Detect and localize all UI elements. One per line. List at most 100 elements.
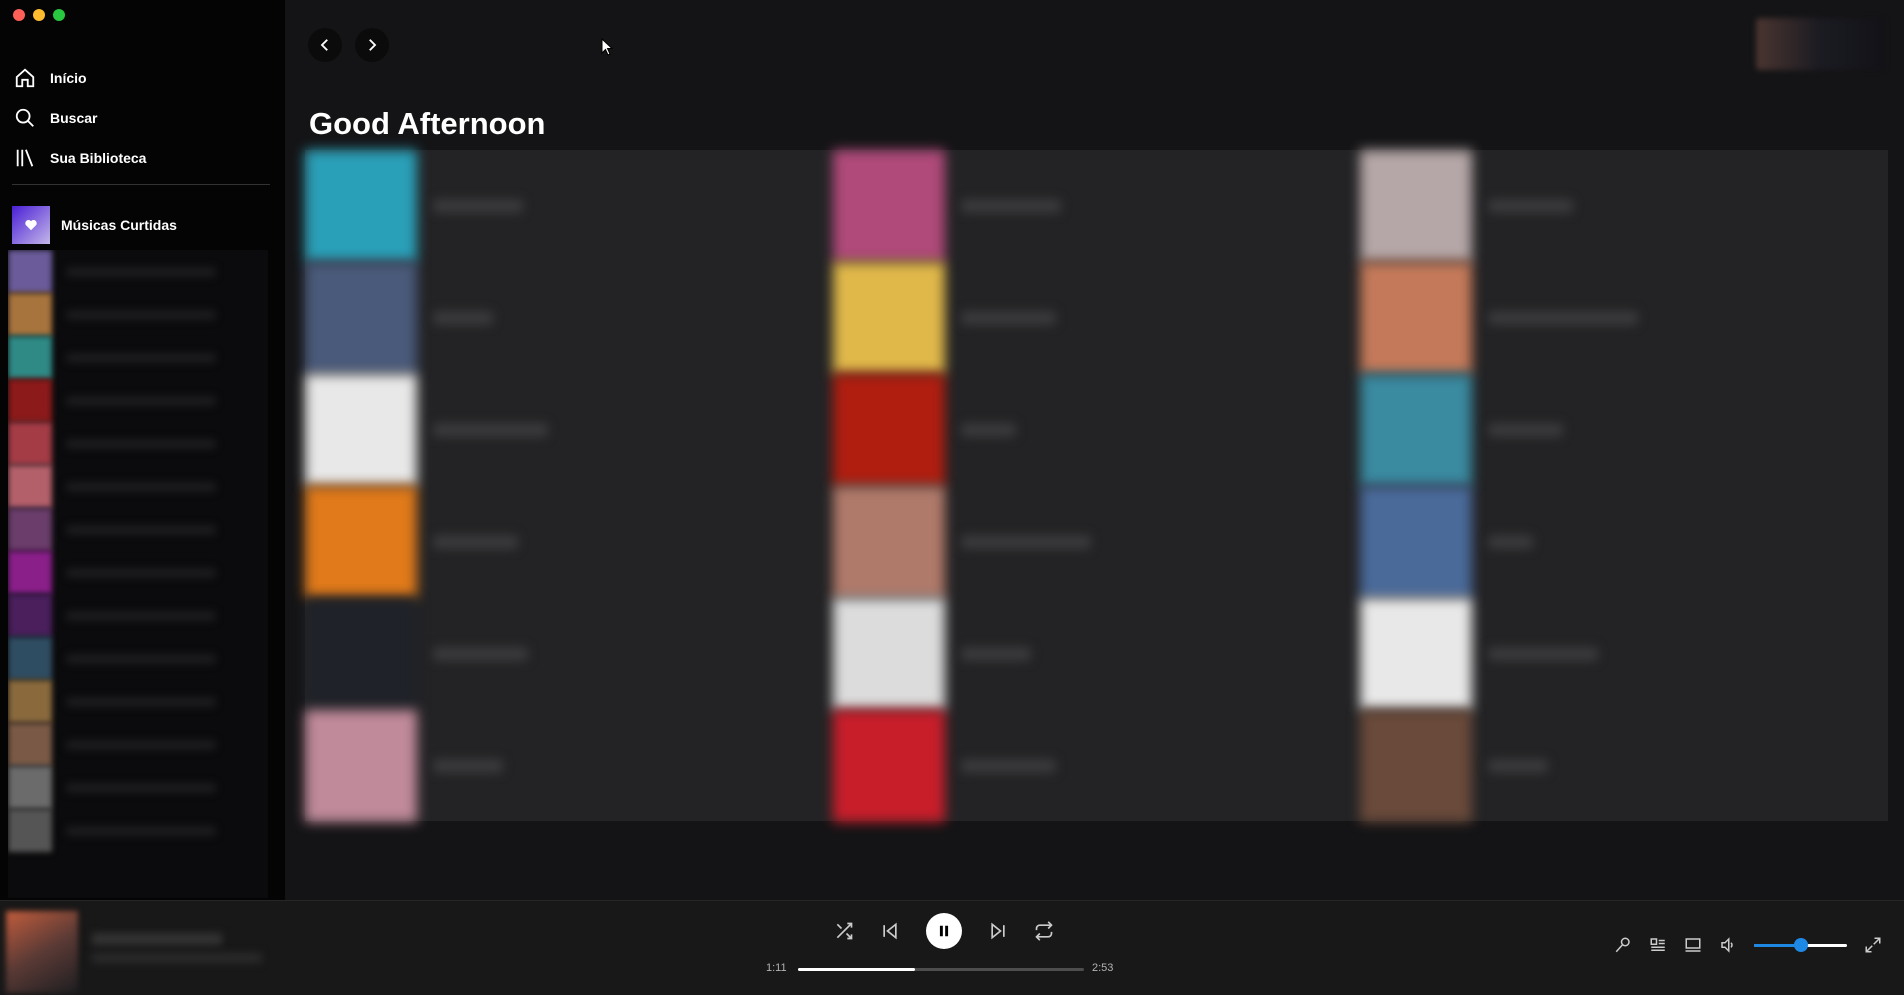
shortcut-card[interactable] <box>305 598 833 710</box>
shortcut-card[interactable] <box>1360 150 1888 262</box>
shortcut-card[interactable] <box>1360 486 1888 598</box>
shortcut-cover <box>1360 486 1473 598</box>
volume-knob[interactable] <box>1793 937 1808 952</box>
fullscreen-button[interactable] <box>1864 936 1882 954</box>
shortcut-cover <box>1360 598 1473 710</box>
playlist-item[interactable] <box>8 680 268 723</box>
playlist-item[interactable] <box>8 551 268 594</box>
previous-button[interactable] <box>880 921 900 941</box>
shortcut-card[interactable] <box>832 598 1361 710</box>
shortcut-card[interactable] <box>305 374 833 486</box>
repeat-button[interactable] <box>1034 921 1054 941</box>
playlist-item[interactable] <box>8 766 268 809</box>
playlist-cover <box>8 766 52 809</box>
duration-time: 2:53 <box>1092 962 1114 974</box>
playlist-title <box>66 739 216 750</box>
sidebar-divider <box>12 184 270 185</box>
mute-button[interactable] <box>1719 936 1737 954</box>
heart-icon <box>25 220 37 231</box>
search-icon <box>15 108 34 127</box>
shortcut-card[interactable] <box>305 262 833 374</box>
playlist-title <box>66 266 216 277</box>
shuffle-button[interactable] <box>834 921 854 941</box>
playlist-cover <box>8 422 52 465</box>
shortcut-title <box>960 647 1031 661</box>
shortcut-card[interactable] <box>832 150 1361 262</box>
shortcut-title <box>960 535 1091 549</box>
shortcut-cover <box>1360 150 1473 262</box>
shortcut-card[interactable] <box>1360 598 1888 710</box>
playlist-item[interactable] <box>8 508 268 551</box>
device-icon <box>1685 938 1701 952</box>
next-button[interactable] <box>988 921 1008 941</box>
playlist-item[interactable] <box>8 379 268 422</box>
sidebar: Início Buscar Sua Biblioteca Músicas Cur… <box>0 0 285 900</box>
queue-icon <box>1650 938 1665 951</box>
playlist-title <box>66 481 216 492</box>
nav-search[interactable]: Buscar <box>14 98 274 138</box>
playback-controls <box>834 913 1054 949</box>
back-button[interactable] <box>308 28 342 62</box>
shortcut-title <box>433 759 503 773</box>
skip-back-icon <box>883 922 897 940</box>
playlist-item[interactable] <box>8 336 268 379</box>
volume-slider[interactable] <box>1754 937 1847 952</box>
playlist-item[interactable] <box>8 422 268 465</box>
maximize-window-button[interactable] <box>53 9 65 21</box>
shortcut-card[interactable] <box>832 374 1361 486</box>
close-window-button[interactable] <box>13 9 25 21</box>
shuffle-icon <box>836 922 853 940</box>
user-profile-button[interactable] <box>1756 18 1884 70</box>
playlist-cover <box>8 809 52 852</box>
playlist-title <box>66 567 216 578</box>
shortcut-cover <box>1360 374 1473 486</box>
playlist-list[interactable] <box>8 250 268 898</box>
progress-fill <box>798 968 916 971</box>
shortcut-title <box>433 647 528 661</box>
shortcut-card[interactable] <box>1360 710 1888 822</box>
playlist-item[interactable] <box>8 293 268 336</box>
now-playing-title[interactable] <box>92 933 222 945</box>
shortcut-cover <box>305 710 417 822</box>
shortcut-card[interactable] <box>832 262 1361 374</box>
shortcut-card[interactable] <box>832 486 1361 598</box>
devices-button[interactable] <box>1684 936 1702 954</box>
shortcut-title <box>1488 199 1574 213</box>
elapsed-time: 1:11 <box>766 962 787 974</box>
chevron-left-icon <box>320 39 328 51</box>
shortcut-card[interactable] <box>832 710 1361 822</box>
playlist-item[interactable] <box>8 594 268 637</box>
shortcut-title <box>1488 423 1564 437</box>
liked-songs-item[interactable]: Músicas Curtidas <box>12 206 177 244</box>
forward-button[interactable] <box>355 28 389 62</box>
nav-home[interactable]: Início <box>14 58 274 98</box>
progress-bar[interactable] <box>798 968 1084 971</box>
lyrics-button[interactable] <box>1614 936 1632 954</box>
queue-button[interactable] <box>1649 936 1667 954</box>
now-playing-cover[interactable] <box>6 911 78 993</box>
playlist-item[interactable] <box>8 465 268 508</box>
shortcut-card[interactable] <box>305 710 833 822</box>
shortcut-card[interactable] <box>305 150 833 262</box>
chevron-right-icon <box>369 39 377 51</box>
shortcut-cover <box>305 374 417 486</box>
playlist-item[interactable] <box>8 723 268 766</box>
playlist-cover <box>8 551 52 594</box>
pause-button[interactable] <box>926 913 962 949</box>
now-playing-artist[interactable] <box>92 953 262 963</box>
player-bar: 1:11 2:53 <box>0 900 1904 995</box>
shortcut-card[interactable] <box>305 486 833 598</box>
shortcut-title <box>960 759 1056 773</box>
shortcut-card[interactable] <box>1360 262 1888 374</box>
playlist-item[interactable] <box>8 250 268 293</box>
minimize-window-button[interactable] <box>33 9 45 21</box>
window-controls <box>13 9 65 21</box>
shortcut-card[interactable] <box>1360 374 1888 486</box>
playlist-title <box>66 438 216 449</box>
playlist-item[interactable] <box>8 637 268 680</box>
playlist-item[interactable] <box>8 809 268 852</box>
nav-library[interactable]: Sua Biblioteca <box>14 138 274 178</box>
home-icon <box>15 68 35 88</box>
shortcut-cover <box>832 710 945 822</box>
skip-forward-icon <box>991 922 1005 940</box>
